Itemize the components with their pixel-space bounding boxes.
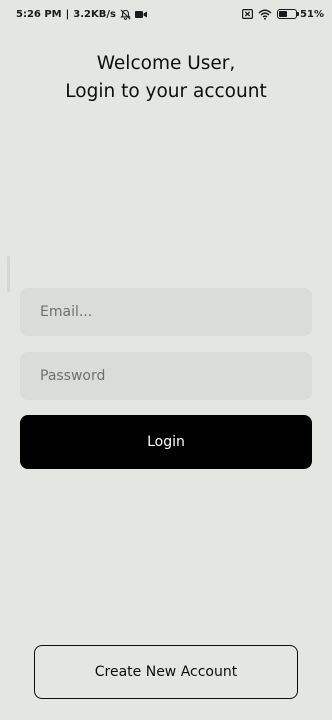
edge-gesture-handle[interactable] xyxy=(7,256,10,292)
network-speed: 3.2KB/s xyxy=(73,8,116,20)
sim-off-icon xyxy=(242,9,254,19)
battery-icon xyxy=(277,9,300,19)
password-field[interactable] xyxy=(20,352,312,400)
status-right: 51% xyxy=(242,9,324,20)
email-field[interactable] xyxy=(20,288,312,336)
battery-indicator: 51% xyxy=(277,9,324,20)
welcome-line: Welcome User, xyxy=(96,53,236,74)
status-time: 5:26 PM xyxy=(16,8,62,20)
status-separator: | xyxy=(65,8,70,20)
video-camera-icon xyxy=(135,10,147,19)
login-button[interactable]: Login xyxy=(20,415,312,469)
battery-percent: 51% xyxy=(300,8,324,20)
password-input[interactable] xyxy=(40,368,292,384)
battery-fill xyxy=(279,11,288,17)
email-input[interactable] xyxy=(40,304,292,320)
alarm-off-icon xyxy=(120,9,131,20)
status-left: 5:26 PM | 3.2KB/s xyxy=(16,9,147,20)
status-bar: 5:26 PM | 3.2KB/s 51% xyxy=(0,0,332,28)
create-account-button[interactable]: Create New Account xyxy=(34,645,298,699)
welcome-heading: Welcome User, Login to your account xyxy=(0,50,332,106)
wifi-icon xyxy=(258,9,272,20)
login-subtitle: Login to your account xyxy=(65,81,267,102)
